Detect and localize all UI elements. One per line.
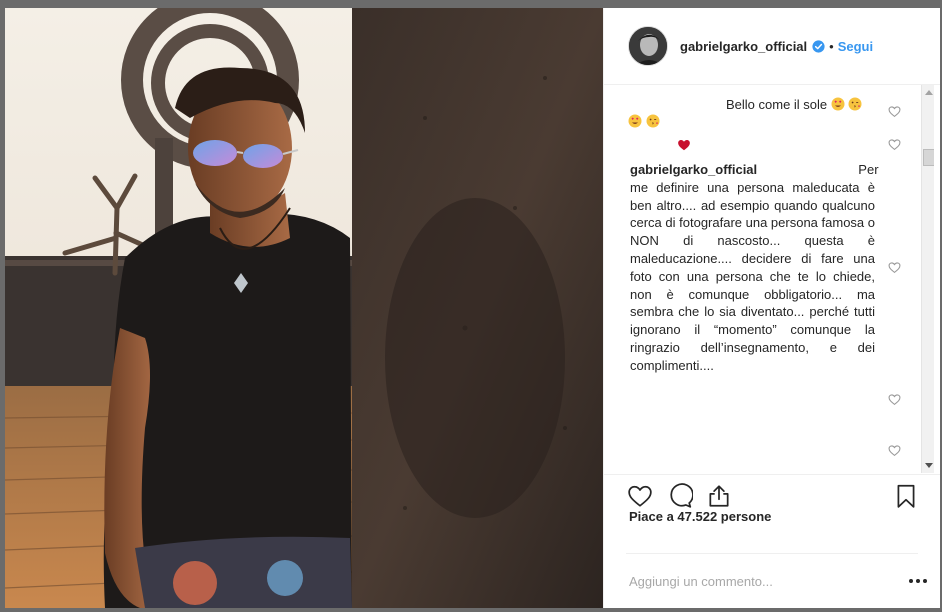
heart-eyes-emoji bbox=[831, 97, 845, 111]
verified-badge-icon bbox=[812, 39, 825, 53]
comment-author[interactable]: gabrielgarko_official bbox=[630, 162, 757, 177]
comment-text: Per me definire una persona maleducata è… bbox=[630, 162, 879, 373]
comments-scrollbar[interactable] bbox=[921, 85, 934, 473]
comment-like-heart-icon[interactable] bbox=[888, 393, 901, 406]
comment-item: Bello come il sole bbox=[726, 96, 862, 114]
comment-item bbox=[628, 113, 660, 131]
post-photo bbox=[5, 8, 603, 608]
comment-like-heart-icon[interactable] bbox=[888, 444, 901, 457]
post-side-panel: gabrielgarko_official • Segui Bello come… bbox=[603, 8, 940, 608]
follow-button[interactable]: Segui bbox=[838, 39, 873, 54]
avatar[interactable] bbox=[628, 26, 668, 66]
scrollbar-thumb[interactable] bbox=[923, 149, 934, 166]
post-image bbox=[5, 8, 603, 608]
share-upload-icon[interactable] bbox=[706, 483, 732, 509]
red-heart-emoji bbox=[678, 140, 690, 151]
comment-like-heart-icon[interactable] bbox=[888, 261, 901, 274]
separator-dot: • bbox=[829, 38, 834, 54]
likes-count[interactable]: Piace a 47.522 persone bbox=[629, 509, 771, 524]
speech-bubble-icon[interactable] bbox=[667, 483, 693, 509]
comment-like-heart-icon[interactable] bbox=[888, 138, 901, 151]
bookmark-icon[interactable] bbox=[893, 483, 919, 509]
comment-item bbox=[677, 137, 691, 155]
comment-text: Bello come il sole bbox=[726, 97, 828, 112]
post-actions-bar bbox=[604, 474, 940, 514]
add-comment-input[interactable] bbox=[626, 573, 876, 589]
post-author-username[interactable]: gabrielgarko_official bbox=[680, 39, 807, 54]
comment-item: gabrielgarko_official Per me definire un… bbox=[630, 161, 879, 375]
post-header: gabrielgarko_official • Segui bbox=[604, 8, 940, 85]
scroll-down-arrow-icon[interactable] bbox=[925, 463, 933, 468]
scroll-up-arrow-icon[interactable] bbox=[925, 90, 933, 95]
comment-like-heart-icon[interactable] bbox=[888, 105, 901, 118]
heart-outline-icon[interactable] bbox=[627, 483, 653, 509]
kiss-emoji bbox=[646, 114, 660, 128]
kiss-emoji bbox=[848, 97, 862, 111]
comments-list[interactable]: Bello come il sole gabrielgarko_official… bbox=[626, 85, 934, 473]
heart-eyes-emoji bbox=[628, 114, 642, 128]
add-comment-bar bbox=[626, 553, 927, 608]
more-dots-icon[interactable] bbox=[906, 574, 930, 588]
